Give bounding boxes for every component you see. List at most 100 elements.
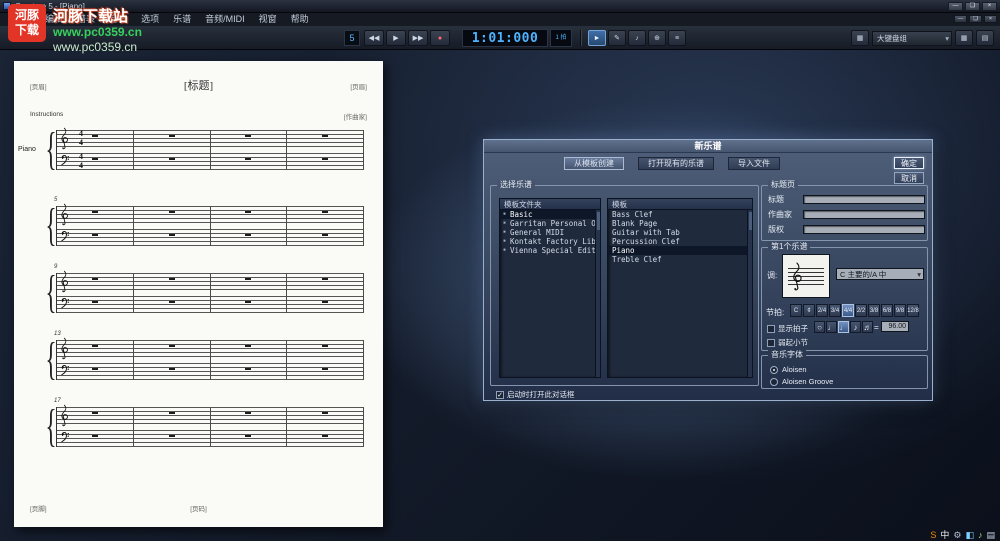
measure[interactable] <box>211 206 288 246</box>
measure[interactable] <box>134 273 211 313</box>
text-input[interactable] <box>803 225 925 234</box>
folder-item[interactable]: General MIDI <box>500 228 600 237</box>
forward-button[interactable]: ▶▶ <box>408 30 428 46</box>
folders-scrollbar[interactable] <box>595 210 600 377</box>
page-header-right[interactable]: [页眉] <box>350 81 367 91</box>
composer-label[interactable]: [作曲家] <box>344 111 367 121</box>
menu-item[interactable]: 音频/MIDI <box>198 13 252 26</box>
minimize-button[interactable]: — <box>948 2 963 11</box>
tool-button[interactable]: ✎ <box>608 30 626 46</box>
measure[interactable] <box>287 130 364 170</box>
text-input[interactable] <box>803 210 925 219</box>
meter-button[interactable]: 2/2 <box>855 304 867 317</box>
measure[interactable] <box>211 273 288 313</box>
tray-icon[interactable]: 中 <box>940 530 949 540</box>
measure[interactable] <box>211 407 288 447</box>
tool-button[interactable]: ≡ <box>668 30 686 46</box>
dialog-title[interactable]: 新乐谱 <box>484 140 932 153</box>
template-item[interactable]: Guitar with Tab <box>608 228 752 237</box>
measure[interactable] <box>134 130 211 170</box>
folder-item[interactable]: Kontakt Factory Library <box>500 237 600 246</box>
grid-view-button[interactable]: ▦ <box>955 30 973 46</box>
template-item[interactable]: Piano <box>608 246 752 255</box>
dialog-tab[interactable]: 打开现有的乐谱 <box>638 157 714 170</box>
measure[interactable] <box>211 130 288 170</box>
ok-button[interactable]: 确定 <box>894 157 924 169</box>
meter-buttons: C¢2/43/44/42/23/86/89/812/8 <box>790 304 919 317</box>
note-value-button[interactable]: ♩ <box>826 321 837 333</box>
measure[interactable] <box>134 206 211 246</box>
template-item[interactable]: Treble Clef <box>608 255 752 264</box>
tray-icon[interactable]: ◧ <box>965 530 974 540</box>
meter-button[interactable]: 3/8 <box>868 304 880 317</box>
score-title[interactable]: [标题] <box>14 77 383 93</box>
track-selector-dropdown[interactable]: 大键盘组 <box>872 31 952 46</box>
templates-scrollbar[interactable] <box>747 210 752 377</box>
list-view-button[interactable]: ▤ <box>976 30 994 46</box>
measure[interactable] <box>287 206 364 246</box>
tool-button[interactable]: ⊕ <box>648 30 666 46</box>
meter-button[interactable]: 9/8 <box>894 304 906 317</box>
instructions-label[interactable]: Instructions <box>30 111 63 118</box>
template-item[interactable]: Bass Clef <box>608 210 752 219</box>
staff-system-3[interactable]: 9 { <box>42 273 366 317</box>
font-radio-row[interactable]: Aloisen Groove <box>770 377 833 386</box>
pickup-checkbox[interactable] <box>767 339 775 347</box>
meter-button[interactable]: 12/8 <box>907 304 919 317</box>
show-beats-checkbox[interactable] <box>767 325 775 333</box>
meter-button[interactable]: ¢ <box>803 304 815 317</box>
tempo-input[interactable]: 96.00 <box>881 321 909 332</box>
doc-close-button[interactable]: × <box>984 15 997 23</box>
page-footer-center[interactable]: [页码] <box>14 503 383 513</box>
dialog-tab[interactable]: 导入文件 <box>728 157 780 170</box>
restore-button[interactable]: ❏ <box>965 2 980 11</box>
tool-button[interactable]: ► <box>588 30 606 46</box>
staff-system-2[interactable]: 5 { <box>42 206 366 250</box>
staff-system-1[interactable]: Piano { 44 44 <box>42 130 366 174</box>
meter-button[interactable]: 2/4 <box>816 304 828 317</box>
template-item[interactable]: Blank Page <box>608 219 752 228</box>
doc-minimize-button[interactable]: — <box>954 15 967 23</box>
text-input[interactable] <box>803 195 925 204</box>
cancel-button[interactable]: 取消 <box>894 172 924 184</box>
menu-item[interactable]: 帮助 <box>284 13 316 26</box>
measure[interactable] <box>287 340 364 380</box>
note-value-button[interactable]: ♩ <box>838 321 849 333</box>
meter-button[interactable]: 4/4 <box>842 304 854 317</box>
meter-button[interactable]: 3/4 <box>829 304 841 317</box>
menu-item[interactable]: 视窗 <box>252 13 284 26</box>
startup-checkbox[interactable]: ✓ <box>496 391 504 399</box>
folder-item[interactable]: Garritan Personal Orc... <box>500 219 600 228</box>
folder-item[interactable]: Basic <box>500 210 600 219</box>
note-value-button[interactable]: ♪ <box>850 321 861 333</box>
record-button[interactable]: ● <box>430 30 450 46</box>
staff-system-4[interactable]: 13 { <box>42 340 366 384</box>
tray-icon[interactable]: S <box>930 530 936 540</box>
template-item[interactable]: Percussion Clef <box>608 237 752 246</box>
measure[interactable] <box>287 273 364 313</box>
note-value-button[interactable]: ♬ <box>862 321 873 333</box>
doc-restore-button[interactable]: ❏ <box>969 15 982 23</box>
close-button[interactable]: × <box>982 2 997 11</box>
radio-button[interactable] <box>770 366 778 374</box>
measure[interactable] <box>134 340 211 380</box>
play-button[interactable]: ▶ <box>386 30 406 46</box>
tool-button[interactable]: ♪ <box>628 30 646 46</box>
meter-button[interactable]: 6/8 <box>881 304 893 317</box>
measure[interactable] <box>211 340 288 380</box>
measure[interactable] <box>287 407 364 447</box>
measure[interactable] <box>134 407 211 447</box>
folder-item[interactable]: Vienna Special Edition <box>500 246 600 255</box>
tray-icon[interactable]: ♪ <box>978 530 983 540</box>
tray-icon[interactable]: ▤ <box>986 530 995 540</box>
radio-button[interactable] <box>770 378 778 386</box>
meter-button[interactable]: C <box>790 304 802 317</box>
rewind-button[interactable]: ◀◀ <box>364 30 384 46</box>
track-icon-button[interactable]: ▦ <box>851 30 869 46</box>
tray-icon[interactable]: ⚙ <box>953 530 961 540</box>
note-value-button[interactable]: ○ <box>814 321 825 333</box>
staff-system-5[interactable]: 17 { <box>42 407 366 451</box>
dialog-tab[interactable]: 从模板创建 <box>564 157 624 170</box>
key-dropdown[interactable]: C 主要的/A 中 <box>836 268 924 280</box>
font-radio-row[interactable]: Aloisen <box>770 365 807 374</box>
